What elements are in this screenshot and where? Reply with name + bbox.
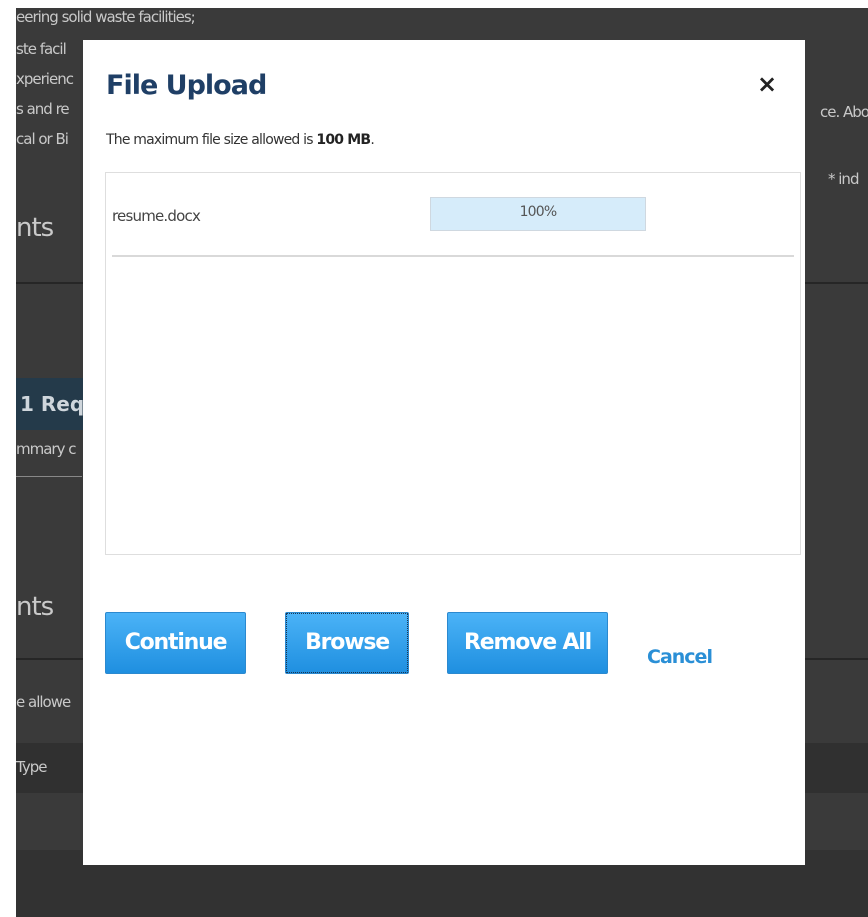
background-text: ste facil xyxy=(16,40,67,58)
close-icon[interactable]: × xyxy=(753,70,781,98)
background-text: eering solid waste facilities; xyxy=(16,8,196,26)
continue-button[interactable]: Continue xyxy=(105,612,246,674)
file-upload-dialog: File Upload × The maximum file size allo… xyxy=(83,40,805,865)
background-underline xyxy=(16,476,82,477)
background-heading: nts xyxy=(16,213,54,243)
background-text: s and re xyxy=(16,100,70,118)
file-size-limit-text: The maximum file size allowed is 100 MB. xyxy=(106,132,375,148)
limit-text-prefix: The maximum file size allowed is xyxy=(106,132,317,148)
file-list: resume.docx 100% xyxy=(105,172,801,555)
background-text: mmary c xyxy=(16,440,76,458)
background-text: e allowe xyxy=(16,693,71,711)
remove-all-button[interactable]: Remove All xyxy=(447,612,608,674)
dialog-title: File Upload xyxy=(106,70,267,101)
upload-progress-bar: 100% xyxy=(430,197,646,231)
progress-percent: 100% xyxy=(519,204,558,220)
background-text: xperienc xyxy=(16,70,74,88)
background-text: * ind xyxy=(828,170,859,188)
background-text: cal or Bi xyxy=(16,130,69,148)
limit-text-suffix: . xyxy=(370,132,374,148)
background-requirement-button: 1 Requ xyxy=(16,378,90,430)
background-heading: nts xyxy=(16,592,54,622)
file-name: resume.docx xyxy=(112,207,201,225)
background-text: ce. Abo xyxy=(820,103,868,121)
limit-value: 100 MB xyxy=(316,132,371,148)
cancel-link[interactable]: Cancel xyxy=(647,646,713,668)
browse-button[interactable]: Browse xyxy=(285,612,409,674)
list-item: resume.docx 100% xyxy=(112,173,794,257)
background-text: Type xyxy=(16,758,47,776)
